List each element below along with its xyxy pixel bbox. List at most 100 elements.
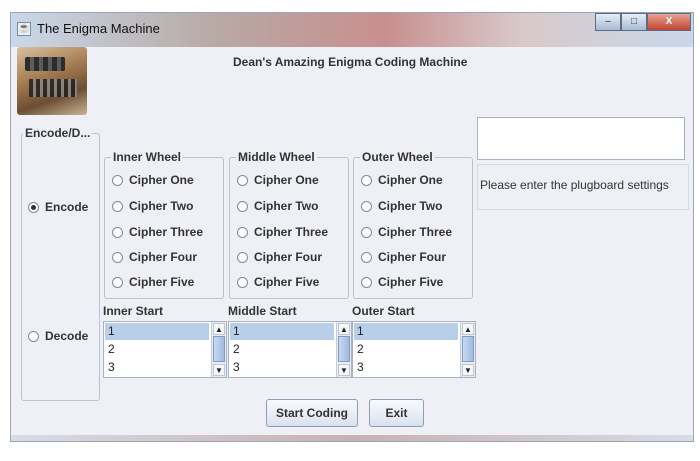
- encode-radio-dot[interactable]: [28, 201, 39, 213]
- radio-dot[interactable]: [112, 251, 123, 263]
- mode-group: Encode/D... Encode Decode: [21, 126, 100, 401]
- list-item[interactable]: 2: [105, 341, 209, 358]
- scroll-thumb[interactable]: [213, 336, 225, 362]
- outer-cipher-three-radio[interactable]: Cipher Three: [361, 225, 452, 239]
- middle-cipher-two-radio[interactable]: Cipher Two: [237, 199, 318, 213]
- close-button[interactable]: X: [647, 13, 691, 31]
- window-title: The Enigma Machine: [37, 21, 160, 36]
- middle-cipher-five-radio[interactable]: Cipher Five: [237, 275, 319, 289]
- radio-dot[interactable]: [237, 200, 248, 212]
- option-label: Cipher Two: [129, 199, 194, 213]
- option-label: Cipher Three: [378, 225, 453, 239]
- list-item[interactable]: 3: [230, 359, 334, 376]
- radio-dot[interactable]: [361, 251, 372, 263]
- list-item[interactable]: 1: [230, 323, 334, 340]
- page-title: Dean's Amazing Enigma Coding Machine: [233, 55, 468, 69]
- radio-dot[interactable]: [112, 226, 123, 238]
- list-item[interactable]: 2: [354, 341, 458, 358]
- radio-dot[interactable]: [361, 200, 372, 212]
- scroll-down-icon[interactable]: ▼: [462, 364, 474, 376]
- radio-dot[interactable]: [361, 276, 372, 288]
- list-item[interactable]: 1: [105, 323, 209, 340]
- radio-dot[interactable]: [112, 174, 123, 186]
- scroll-thumb[interactable]: [338, 336, 350, 362]
- plugboard-label: Please enter the plugboard settings: [477, 164, 689, 210]
- inner-start-label: Inner Start: [103, 304, 164, 318]
- outer-cipher-four-radio[interactable]: Cipher Four: [361, 250, 446, 264]
- scroll-thumb[interactable]: [462, 336, 474, 362]
- middle-start-label: Middle Start: [228, 304, 297, 318]
- option-label: Cipher One: [378, 173, 443, 187]
- inner-cipher-four-radio[interactable]: Cipher Four: [112, 250, 197, 264]
- inner-cipher-five-radio[interactable]: Cipher Five: [112, 275, 194, 289]
- option-label: Cipher Five: [378, 275, 444, 289]
- scrollbar[interactable]: ▲ ▼: [211, 322, 226, 377]
- outer-wheel-group: Outer Wheel Cipher One Cipher Two Cipher…: [353, 150, 473, 299]
- mode-legend: Encode/D...: [23, 126, 93, 140]
- enigma-machine-image: [17, 47, 87, 115]
- option-label: Cipher Three: [254, 225, 329, 239]
- middle-cipher-one-radio[interactable]: Cipher One: [237, 173, 319, 187]
- middle-wheel-group: Middle Wheel Cipher One Cipher Two Ciphe…: [229, 150, 349, 299]
- outer-wheel-legend: Outer Wheel: [360, 150, 435, 164]
- scroll-down-icon[interactable]: ▼: [338, 364, 350, 376]
- app-window: ☕ The Enigma Machine – □ X Dean's Amazin…: [10, 12, 694, 442]
- outer-cipher-two-radio[interactable]: Cipher Two: [361, 199, 442, 213]
- option-label: Cipher Five: [129, 275, 195, 289]
- encode-label: Encode: [45, 200, 89, 214]
- option-label: Cipher Five: [254, 275, 320, 289]
- scrollbar[interactable]: ▲ ▼: [336, 322, 351, 377]
- radio-dot[interactable]: [237, 174, 248, 186]
- client-area: Dean's Amazing Enigma Coding Machine Enc…: [11, 47, 693, 441]
- list-item[interactable]: 2: [230, 341, 334, 358]
- java-cup-icon: ☕: [17, 22, 31, 36]
- option-label: Cipher Three: [129, 225, 204, 239]
- radio-dot[interactable]: [237, 276, 248, 288]
- minimize-button[interactable]: –: [595, 13, 621, 31]
- outer-start-list[interactable]: 1 2 3 ▲ ▼: [352, 321, 476, 378]
- decode-radio[interactable]: Decode: [28, 329, 88, 343]
- inner-wheel-legend: Inner Wheel: [111, 150, 184, 164]
- list-item[interactable]: 1: [354, 323, 458, 340]
- start-coding-button[interactable]: Start Coding: [266, 399, 358, 427]
- option-label: Cipher Four: [129, 250, 197, 264]
- inner-wheel-group: Inner Wheel Cipher One Cipher Two Cipher…: [104, 150, 224, 299]
- inner-start-list[interactable]: 1 2 3 ▲ ▼: [103, 321, 227, 378]
- middle-start-list[interactable]: 1 2 3 ▲ ▼: [228, 321, 352, 378]
- outer-cipher-five-radio[interactable]: Cipher Five: [361, 275, 443, 289]
- scroll-up-icon[interactable]: ▲: [462, 323, 474, 335]
- scroll-down-icon[interactable]: ▼: [213, 364, 225, 376]
- option-label: Cipher Four: [378, 250, 446, 264]
- option-label: Cipher Two: [378, 199, 443, 213]
- option-label: Cipher Four: [254, 250, 322, 264]
- decode-radio-dot[interactable]: [28, 330, 39, 342]
- option-label: Cipher One: [129, 173, 194, 187]
- radio-dot[interactable]: [112, 200, 123, 212]
- radio-dot[interactable]: [361, 226, 372, 238]
- inner-cipher-two-radio[interactable]: Cipher Two: [112, 199, 193, 213]
- scroll-up-icon[interactable]: ▲: [338, 323, 350, 335]
- middle-wheel-legend: Middle Wheel: [236, 150, 317, 164]
- middle-cipher-four-radio[interactable]: Cipher Four: [237, 250, 322, 264]
- maximize-button[interactable]: □: [621, 13, 647, 31]
- inner-cipher-one-radio[interactable]: Cipher One: [112, 173, 194, 187]
- radio-dot[interactable]: [237, 251, 248, 263]
- radio-dot[interactable]: [361, 174, 372, 186]
- scrollbar[interactable]: ▲ ▼: [460, 322, 475, 377]
- option-label: Cipher Two: [254, 199, 319, 213]
- scroll-up-icon[interactable]: ▲: [213, 323, 225, 335]
- encode-radio[interactable]: Encode: [28, 200, 88, 214]
- radio-dot[interactable]: [237, 226, 248, 238]
- radio-dot[interactable]: [112, 276, 123, 288]
- middle-cipher-three-radio[interactable]: Cipher Three: [237, 225, 328, 239]
- window-bottom-border: [11, 435, 693, 441]
- list-item[interactable]: 3: [354, 359, 458, 376]
- list-item[interactable]: 3: [105, 359, 209, 376]
- title-bar[interactable]: ☕ The Enigma Machine – □ X: [11, 13, 693, 47]
- outer-cipher-one-radio[interactable]: Cipher One: [361, 173, 443, 187]
- plugboard-input[interactable]: [477, 117, 685, 160]
- option-label: Cipher One: [254, 173, 319, 187]
- inner-cipher-three-radio[interactable]: Cipher Three: [112, 225, 203, 239]
- exit-button[interactable]: Exit: [369, 399, 424, 427]
- decode-label: Decode: [45, 329, 89, 343]
